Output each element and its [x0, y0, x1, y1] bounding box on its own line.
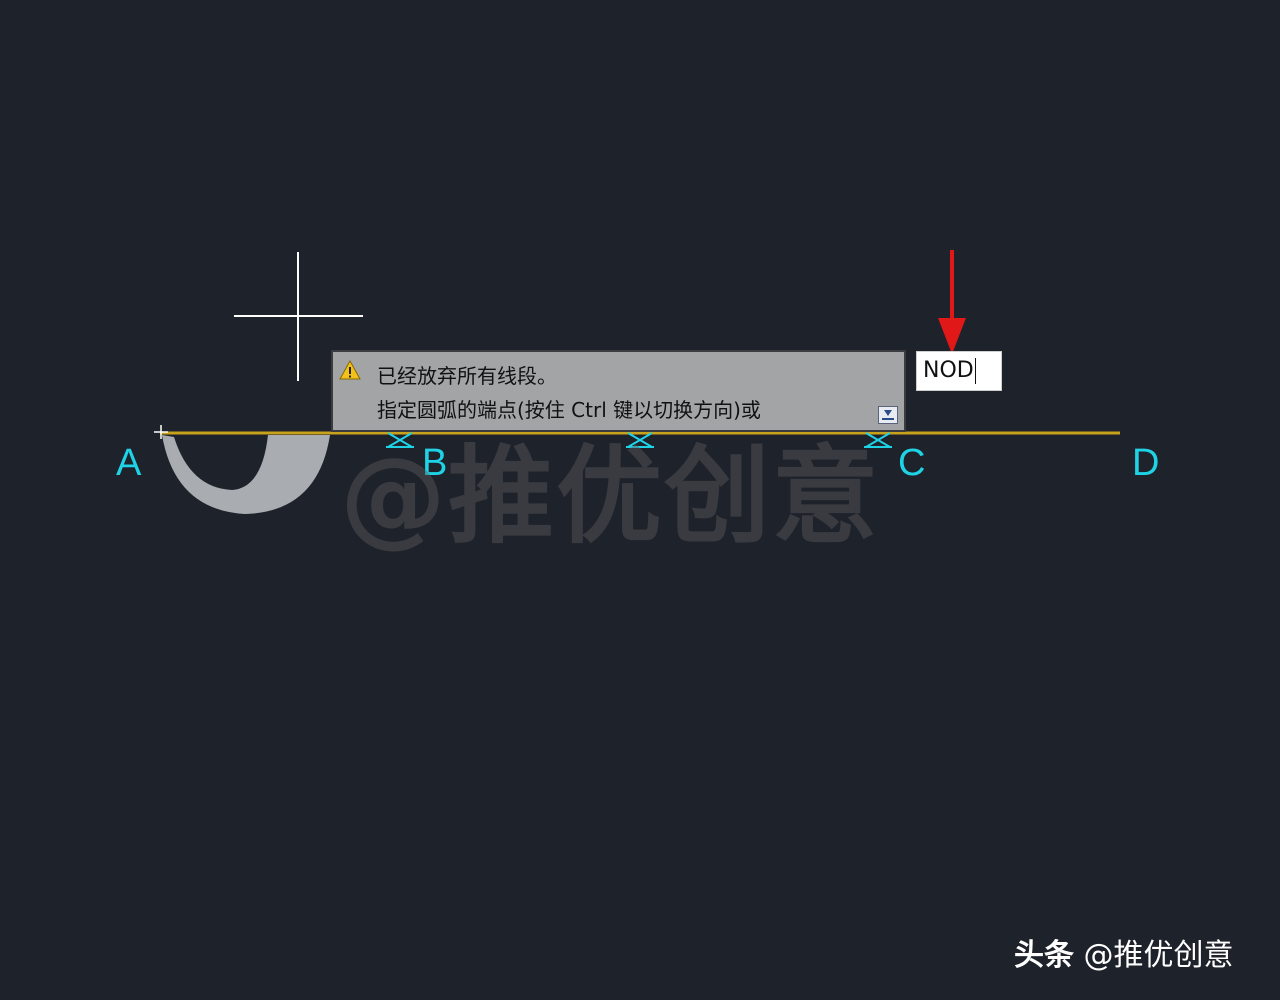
point-label-a: A	[116, 442, 142, 484]
red-arrow-icon	[938, 250, 966, 354]
prompt-instruction: 指定圆弧的端点(按住 Ctrl 键以切换方向)或	[377, 398, 761, 422]
command-prompt-tooltip: 已经放弃所有线段。 指定圆弧的端点(按住 Ctrl 键以切换方向)或	[331, 350, 906, 432]
point-label-d: D	[1132, 442, 1160, 484]
expand-options-button[interactable]	[878, 406, 898, 424]
platform-name: 头条	[1014, 938, 1074, 973]
text-caret	[974, 358, 976, 384]
command-input-value: NOD	[923, 358, 974, 383]
footer-credit: 头条 @推优创意	[1014, 930, 1234, 974]
prompt-message: 已经放弃所有线段。	[377, 364, 557, 388]
author-handle: @推优创意	[1083, 938, 1234, 973]
point-label-c: C	[898, 442, 926, 484]
dynamic-command-input[interactable]: NOD	[916, 351, 1002, 391]
watermark: @推优创意	[340, 435, 880, 558]
drawing-canvas[interactable]: A B C D @推优创意 已经放弃所有线段。 指定圆弧的端点(按住 Ctrl …	[0, 0, 1280, 1000]
warning-icon	[339, 360, 361, 380]
arc-preview	[162, 435, 330, 514]
